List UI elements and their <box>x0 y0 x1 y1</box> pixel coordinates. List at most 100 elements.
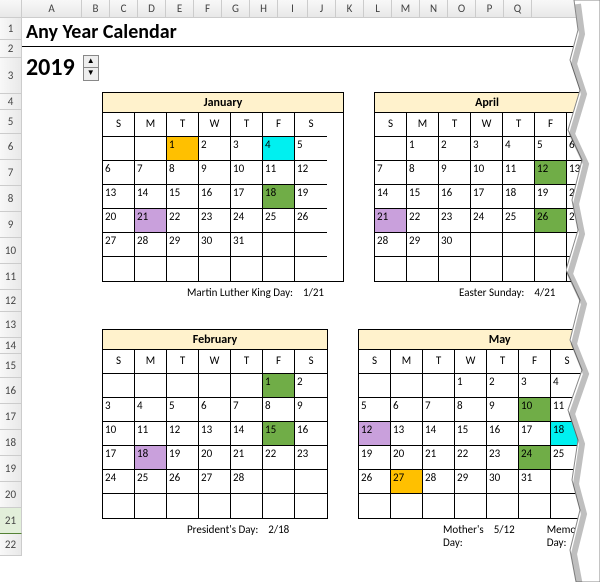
day-cell[interactable]: 18 <box>551 422 583 446</box>
day-cell[interactable]: 9 <box>295 398 327 422</box>
day-cell[interactable] <box>567 257 599 281</box>
day-cell[interactable]: 15 <box>407 185 439 209</box>
day-cell[interactable] <box>199 374 231 398</box>
day-cell[interactable]: 4 <box>263 137 295 161</box>
day-cell[interactable]: 3 <box>519 374 551 398</box>
row-header-8[interactable]: 8 <box>0 186 22 212</box>
day-cell[interactable] <box>535 257 567 281</box>
col-header-G[interactable]: G <box>222 0 250 17</box>
row-header-18[interactable]: 18 <box>0 430 22 456</box>
worksheet-area[interactable]: Any Year Calendar 2019 ▲ ▼ JanuarySMTWTF… <box>22 18 600 582</box>
day-cell[interactable]: 15 <box>455 422 487 446</box>
day-cell[interactable]: 27 <box>391 470 423 494</box>
day-cell[interactable]: 5 <box>295 137 327 161</box>
day-cell[interactable]: 6 <box>567 137 599 161</box>
row-header-1[interactable]: 1 <box>0 18 22 40</box>
day-cell[interactable]: 19 <box>167 446 199 470</box>
col-header-F[interactable]: F <box>194 0 222 17</box>
day-cell[interactable]: 30 <box>439 233 471 257</box>
row-header-13[interactable]: 13 <box>0 312 22 338</box>
day-cell[interactable] <box>135 494 167 518</box>
day-cell[interactable]: 27 <box>199 470 231 494</box>
day-cell[interactable] <box>135 137 167 161</box>
day-cell[interactable]: 17 <box>231 185 263 209</box>
day-cell[interactable]: 6 <box>391 398 423 422</box>
day-cell[interactable]: 28 <box>423 470 455 494</box>
year-spin-up[interactable]: ▲ <box>83 55 99 68</box>
day-cell[interactable]: 19 <box>535 185 567 209</box>
day-cell[interactable]: 9 <box>439 161 471 185</box>
day-cell[interactable]: 14 <box>135 185 167 209</box>
day-cell[interactable] <box>471 257 503 281</box>
day-cell[interactable]: 26 <box>167 470 199 494</box>
col-header-B[interactable]: B <box>82 0 110 17</box>
day-cell[interactable]: 12 <box>359 422 391 446</box>
day-cell[interactable] <box>231 494 263 518</box>
col-header-J[interactable]: J <box>308 0 336 17</box>
day-cell[interactable]: 13 <box>199 422 231 446</box>
row-header-20[interactable]: 20 <box>0 482 22 508</box>
day-cell[interactable]: 25 <box>503 209 535 233</box>
day-cell[interactable] <box>423 374 455 398</box>
day-cell[interactable]: 23 <box>199 209 231 233</box>
day-cell[interactable]: 23 <box>295 446 327 470</box>
day-cell[interactable] <box>455 494 487 518</box>
col-header-K[interactable]: K <box>336 0 364 17</box>
day-cell[interactable]: 4 <box>135 398 167 422</box>
col-header-H[interactable]: H <box>250 0 278 17</box>
day-cell[interactable]: 25 <box>551 446 583 470</box>
day-cell[interactable]: 16 <box>295 422 327 446</box>
day-cell[interactable]: 31 <box>231 233 263 257</box>
row-header-12[interactable]: 12 <box>0 290 22 312</box>
day-cell[interactable]: 13 <box>103 185 135 209</box>
day-cell[interactable]: 24 <box>471 209 503 233</box>
day-cell[interactable] <box>375 257 407 281</box>
day-cell[interactable]: 9 <box>199 161 231 185</box>
day-cell[interactable]: 19 <box>295 185 327 209</box>
day-cell[interactable]: 23 <box>487 446 519 470</box>
day-cell[interactable] <box>103 494 135 518</box>
day-cell[interactable]: 16 <box>487 422 519 446</box>
day-cell[interactable]: 11 <box>503 161 535 185</box>
day-cell[interactable] <box>135 374 167 398</box>
day-cell[interactable]: 5 <box>167 398 199 422</box>
day-cell[interactable]: 19 <box>359 446 391 470</box>
row-header-7[interactable]: 7 <box>0 160 22 186</box>
day-cell[interactable] <box>263 233 295 257</box>
day-cell[interactable]: 21 <box>135 209 167 233</box>
row-header-4[interactable]: 4 <box>0 94 22 110</box>
day-cell[interactable]: 8 <box>455 398 487 422</box>
day-cell[interactable]: 16 <box>439 185 471 209</box>
day-cell[interactable] <box>503 257 535 281</box>
day-cell[interactable]: 8 <box>407 161 439 185</box>
row-header-14[interactable]: 14 <box>0 338 22 354</box>
col-header-I[interactable]: I <box>278 0 308 17</box>
day-cell[interactable]: 3 <box>231 137 263 161</box>
day-cell[interactable]: 6 <box>199 398 231 422</box>
day-cell[interactable]: 7 <box>375 161 407 185</box>
day-cell[interactable]: 8 <box>263 398 295 422</box>
row-header-2[interactable]: 2 <box>0 40 22 58</box>
row-header-19[interactable]: 19 <box>0 456 22 482</box>
day-cell[interactable] <box>407 257 439 281</box>
day-cell[interactable]: 10 <box>471 161 503 185</box>
day-cell[interactable] <box>471 233 503 257</box>
day-cell[interactable] <box>167 494 199 518</box>
row-header-17[interactable]: 17 <box>0 404 22 430</box>
day-cell[interactable]: 5 <box>359 398 391 422</box>
day-cell[interactable] <box>295 257 327 281</box>
day-cell[interactable] <box>103 374 135 398</box>
day-cell[interactable]: 21 <box>375 209 407 233</box>
day-cell[interactable] <box>199 257 231 281</box>
day-cell[interactable]: 24 <box>103 470 135 494</box>
day-cell[interactable]: 20 <box>199 446 231 470</box>
row-header-11[interactable]: 11 <box>0 264 22 290</box>
row-header-9[interactable]: 9 <box>0 212 22 238</box>
day-cell[interactable] <box>135 257 167 281</box>
day-cell[interactable]: 22 <box>167 209 199 233</box>
day-cell[interactable]: 14 <box>231 422 263 446</box>
day-cell[interactable] <box>263 494 295 518</box>
day-cell[interactable]: 11 <box>135 422 167 446</box>
col-header-E[interactable]: E <box>166 0 194 17</box>
day-cell[interactable]: 11 <box>551 398 583 422</box>
